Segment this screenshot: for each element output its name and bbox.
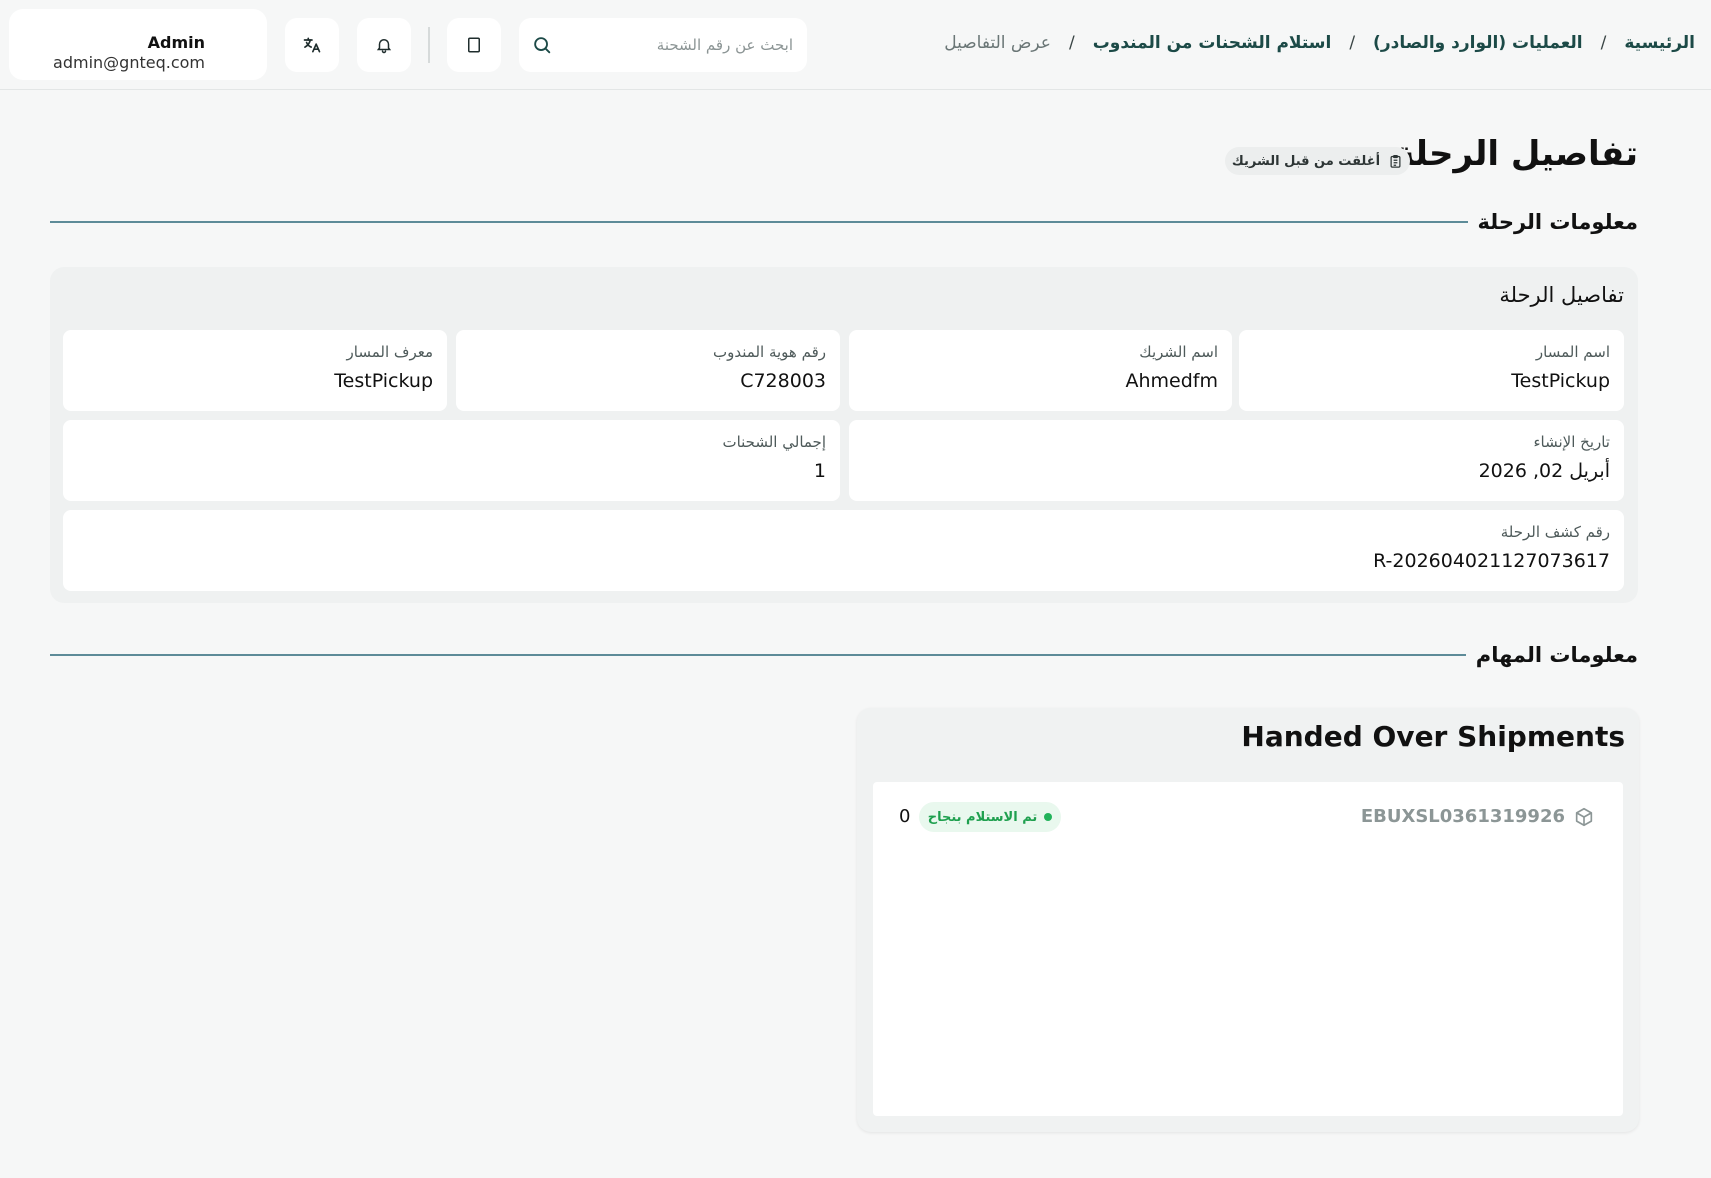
field-partner-name: اسم الشريك Ahmedfm	[849, 330, 1232, 411]
status-label: تم الاستلام بنجاح	[927, 809, 1038, 825]
field-trip-manifest-number: رقم كشف الرحلة R-202604021127073617	[63, 510, 1624, 591]
list-item[interactable]: EBUXSL0361319926 تم الاستلام بنجاح 0	[873, 802, 1623, 832]
package-icon	[1575, 807, 1593, 827]
building-icon	[468, 37, 480, 53]
field-created-date: تاريخ الإنشاء أبريل 02, 2026	[849, 420, 1624, 501]
shipment-count: 0	[899, 806, 911, 827]
trip-info-section-title: معلومات الرحلة	[1477, 210, 1638, 234]
field-label: إجمالي الشحنات	[722, 433, 826, 451]
top-bar: الرئيسية / العمليات (الوارد والصادر) / ا…	[0, 0, 1711, 90]
breadcrumb-operations[interactable]: العمليات (الوارد والصادر)	[1373, 33, 1583, 53]
bell-icon	[376, 39, 392, 54]
status-dot-icon	[1044, 813, 1053, 821]
shipment-tracking-number[interactable]: EBUXSL0361319926	[1361, 806, 1565, 827]
page-title: تفاصيل الرحلة	[1394, 134, 1639, 174]
notifications-button[interactable]	[357, 18, 411, 72]
field-label: تاريخ الإنشاء	[1533, 433, 1610, 451]
clipboard-icon	[1390, 154, 1401, 168]
toolbar-divider	[428, 27, 430, 63]
field-value: 1	[813, 460, 826, 482]
user-email: admin@gnteq.com	[53, 53, 205, 72]
field-value: TestPickup	[334, 370, 433, 392]
user-name: Admin	[147, 33, 205, 52]
breadcrumb-pickup-from-courier[interactable]: استلام الشحنات من المندوب	[1093, 33, 1332, 53]
field-label: معرف المسار	[346, 343, 433, 361]
breadcrumb-separator: /	[1068, 33, 1075, 53]
field-label: رقم كشف الرحلة	[1500, 523, 1610, 541]
field-label: اسم المسار	[1535, 343, 1610, 361]
trip-info-section-header: معلومات الرحلة	[50, 207, 1638, 237]
shipments-list: EBUXSL0361319926 تم الاستلام بنجاح 0	[873, 782, 1623, 1116]
field-value: C728003	[740, 370, 826, 392]
breadcrumb: الرئيسية / العمليات (الوارد والصادر) / ا…	[944, 33, 1695, 53]
section-divider	[50, 654, 1466, 656]
handed-over-shipments-title: Handed Over Shipments	[1241, 720, 1625, 753]
tasks-info-section-header: معلومات المهام	[50, 640, 1638, 670]
breadcrumb-separator: /	[1349, 33, 1356, 53]
search-icon[interactable]	[531, 34, 553, 56]
breadcrumb-current: عرض التفاصيل	[944, 33, 1051, 53]
user-profile-card[interactable]: Admin admin@gnteq.com	[9, 9, 267, 80]
status-badge: تم الاستلام بنجاح	[919, 802, 1061, 832]
field-courier-id: رقم هوية المندوب C728003	[456, 330, 840, 411]
trip-status-badge: أغلقت من قبل الشريك	[1225, 147, 1410, 175]
breadcrumb-home[interactable]: الرئيسية	[1624, 33, 1695, 53]
field-label: رقم هوية المندوب	[713, 343, 826, 361]
field-route-id: معرف المسار TestPickup	[63, 330, 447, 411]
trip-status-label: أغلقت من قبل الشريك	[1231, 153, 1381, 169]
field-value: Ahmedfm	[1125, 370, 1219, 392]
field-value: أبريل 02, 2026	[1478, 460, 1610, 482]
trip-details-panel: تفاصيل الرحلة اسم المسار TestPickup اسم …	[50, 267, 1638, 603]
language-button[interactable]	[285, 18, 339, 72]
shipment-search-box[interactable]	[519, 18, 807, 72]
branch-button[interactable]	[447, 18, 501, 72]
handed-over-shipments-panel: Handed Over Shipments EBUXSL0361319926 ت…	[857, 708, 1639, 1132]
tasks-info-section-title: معلومات المهام	[1475, 643, 1638, 667]
field-value: TestPickup	[1511, 370, 1610, 392]
breadcrumb-separator: /	[1600, 33, 1607, 53]
field-value: R-202604021127073617	[1373, 550, 1610, 572]
trip-details-panel-title: تفاصيل الرحلة	[1499, 283, 1624, 307]
translate-icon	[303, 37, 321, 53]
field-label: اسم الشريك	[1139, 343, 1218, 361]
section-divider	[50, 221, 1468, 223]
field-total-shipments: إجمالي الشحنات 1	[63, 420, 840, 501]
field-route-name: اسم المسار TestPickup	[1239, 330, 1624, 411]
shipment-search-input[interactable]	[565, 18, 793, 72]
